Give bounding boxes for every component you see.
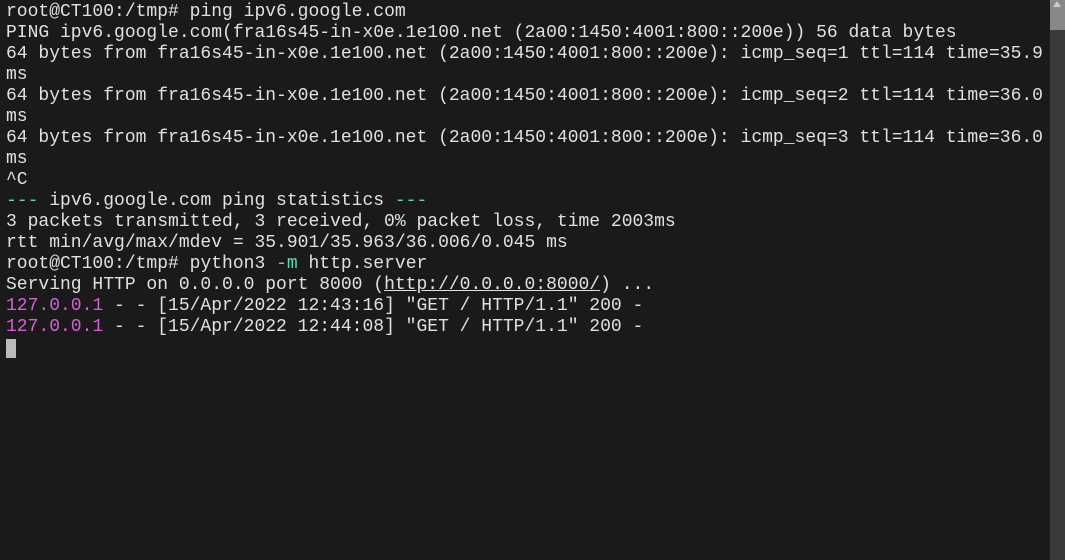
- ping-reply: 64 bytes from fra16s45-in-x0e.1e100.net …: [6, 128, 1050, 169]
- access-log-ip: 127.0.0.1: [6, 317, 103, 337]
- server-url[interactable]: http://0.0.0.0:8000/: [384, 275, 600, 295]
- command-python: python3: [190, 254, 276, 274]
- command-ping: ping ipv6.google.com: [190, 2, 406, 22]
- stats-title: ipv6.google.com ping statistics: [49, 191, 384, 211]
- interrupt-signal: ^C: [6, 170, 28, 190]
- stats-packets: 3 packets transmitted, 3 received, 0% pa…: [6, 212, 676, 232]
- vertical-scrollbar[interactable]: [1050, 0, 1065, 560]
- prompt-path: :/tmp#: [114, 2, 190, 22]
- access-log-line: - - [15/Apr/2022 12:43:16] "GET / HTTP/1…: [103, 296, 643, 316]
- command-flag: -m: [276, 254, 298, 274]
- stats-separator: ---: [384, 191, 427, 211]
- terminal-cursor: [6, 339, 16, 358]
- server-serving-pre: Serving HTTP on 0.0.0.0 port 8000 (: [6, 275, 384, 295]
- terminal-output[interactable]: root@CT100:/tmp# ping ipv6.google.com PI…: [0, 0, 1050, 560]
- command-python-tail: http.server: [298, 254, 428, 274]
- stats-separator: ---: [6, 191, 49, 211]
- server-serving-post: ) ...: [600, 275, 654, 295]
- ping-reply: 64 bytes from fra16s45-in-x0e.1e100.net …: [6, 44, 1050, 85]
- prompt-path: :/tmp#: [114, 254, 190, 274]
- access-log-line: - - [15/Apr/2022 12:44:08] "GET / HTTP/1…: [103, 317, 643, 337]
- ping-header: PING ipv6.google.com(fra16s45-in-x0e.1e1…: [6, 23, 957, 43]
- prompt-user: root@CT100: [6, 2, 114, 22]
- access-log-ip: 127.0.0.1: [6, 296, 103, 316]
- ping-reply: 64 bytes from fra16s45-in-x0e.1e100.net …: [6, 86, 1050, 127]
- scrollbar-thumb[interactable]: [1050, 0, 1065, 30]
- stats-rtt: rtt min/avg/max/mdev = 35.901/35.963/36.…: [6, 233, 568, 253]
- prompt-user: root@CT100: [6, 254, 114, 274]
